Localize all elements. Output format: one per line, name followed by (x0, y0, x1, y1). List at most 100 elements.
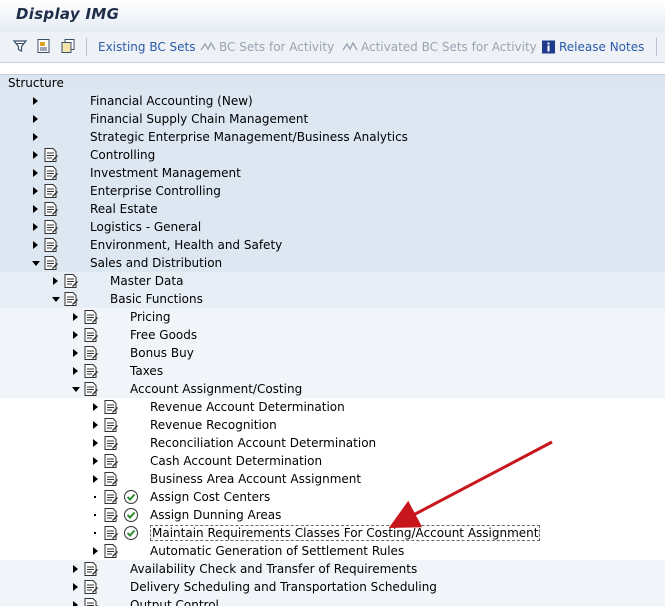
documentation-icon[interactable] (63, 291, 79, 307)
documentation-icon[interactable] (103, 507, 119, 523)
tree-node[interactable]: Output Control (0, 596, 665, 606)
expand-triangle-icon[interactable] (91, 401, 101, 413)
tree-node-label[interactable]: Free Goods (130, 328, 197, 342)
tree-node-label[interactable]: Basic Functions (110, 292, 203, 306)
expand-triangle-icon[interactable] (31, 203, 41, 215)
tree-node[interactable]: Availability Check and Transfer of Requi… (0, 560, 665, 578)
tree-node-label[interactable]: Automatic Generation of Settlement Rules (150, 544, 404, 558)
tree-node[interactable]: Environment, Health and Safety (0, 236, 665, 254)
release-notes-button[interactable]: Release Notes (541, 39, 644, 55)
tree-node[interactable]: Assign Dunning Areas (0, 506, 665, 524)
tree-node-label[interactable]: Cash Account Determination (150, 454, 322, 468)
documentation-icon[interactable] (103, 489, 119, 505)
expand-triangle-icon[interactable] (51, 275, 61, 287)
tree-node-label[interactable]: Sales and Distribution (90, 256, 222, 270)
expand-triangle-icon[interactable] (71, 599, 81, 606)
documentation-icon[interactable] (43, 165, 59, 181)
collapse-triangle-icon[interactable] (71, 383, 81, 395)
tree-node[interactable]: Basic Functions (0, 290, 665, 308)
tree-node-label[interactable]: Logistics - General (90, 220, 201, 234)
execute-activity-icon[interactable] (123, 489, 139, 505)
tree-node-label[interactable]: Financial Supply Chain Management (90, 112, 308, 126)
expand-triangle-icon[interactable] (91, 437, 101, 449)
documentation-icon[interactable] (83, 363, 99, 379)
copy-icon[interactable] (60, 38, 76, 54)
tree-node-label[interactable]: Bonus Buy (130, 346, 194, 360)
tree-node-label[interactable]: Output Control (130, 598, 219, 606)
documentation-icon[interactable] (103, 543, 119, 559)
tree-node-label[interactable]: Financial Accounting (New) (90, 94, 253, 108)
tree-node-label[interactable]: Account Assignment/Costing (130, 382, 302, 396)
tree-node-label[interactable]: Controlling (90, 148, 155, 162)
expand-triangle-icon[interactable] (31, 113, 41, 125)
tree-node[interactable]: Automatic Generation of Settlement Rules (0, 542, 665, 560)
documentation-icon[interactable] (83, 345, 99, 361)
tree-node[interactable]: Real Estate (0, 200, 665, 218)
tree-node[interactable]: Logistics - General (0, 218, 665, 236)
tree-node-label[interactable]: Pricing (130, 310, 170, 324)
tree-node[interactable]: Business Area Account Assignment (0, 470, 665, 488)
documentation-icon[interactable] (83, 327, 99, 343)
expand-triangle-icon[interactable] (31, 149, 41, 161)
tree-node-label[interactable]: Investment Management (90, 166, 241, 180)
expand-triangle-icon[interactable] (71, 581, 81, 593)
documentation-icon[interactable] (83, 579, 99, 595)
tree-node-label[interactable]: Taxes (130, 364, 163, 378)
documentation-icon[interactable] (103, 525, 119, 541)
expand-triangle-icon[interactable] (31, 167, 41, 179)
documentation-icon[interactable] (43, 255, 59, 271)
tree-node[interactable]: Revenue Account Determination (0, 398, 665, 416)
documentation-icon[interactable] (83, 309, 99, 325)
tree-node-label[interactable]: Delivery Scheduling and Transportation S… (130, 580, 437, 594)
tree-node[interactable]: Assign Cost Centers (0, 488, 665, 506)
expand-triangle-icon[interactable] (91, 419, 101, 431)
collapse-triangle-icon[interactable] (51, 293, 61, 305)
expand-triangle-icon[interactable] (71, 311, 81, 323)
tree-node[interactable]: Delivery Scheduling and Transportation S… (0, 578, 665, 596)
tree-node[interactable]: Sales and Distribution (0, 254, 665, 272)
expand-triangle-icon[interactable] (31, 185, 41, 197)
expand-triangle-icon[interactable] (71, 329, 81, 341)
expand-triangle-icon[interactable] (31, 239, 41, 251)
tree-node[interactable]: Strategic Enterprise Management/Business… (0, 128, 665, 146)
documentation-icon[interactable] (63, 273, 79, 289)
tree-node-label[interactable]: Master Data (110, 274, 183, 288)
expand-triangle-icon[interactable] (31, 221, 41, 233)
execute-activity-icon[interactable] (123, 525, 139, 541)
tree-node-label[interactable]: Assign Dunning Areas (150, 508, 281, 522)
tree-node-label[interactable]: Revenue Account Determination (150, 400, 345, 414)
activated-bc-sets-button[interactable]: Activated BC Sets for Activity (341, 39, 537, 55)
tree-node-label[interactable]: Reconciliation Account Determination (150, 436, 376, 450)
tree-node-label[interactable]: Strategic Enterprise Management/Business… (90, 130, 408, 144)
documentation-icon[interactable] (103, 417, 119, 433)
tree-node[interactable]: Revenue Recognition (0, 416, 665, 434)
documentation-icon[interactable] (43, 219, 59, 235)
tree-node[interactable]: Maintain Requirements Classes For Costin… (0, 524, 665, 542)
tree-node-label[interactable]: Environment, Health and Safety (90, 238, 282, 252)
tree-node[interactable]: Taxes (0, 362, 665, 380)
expand-triangle-icon[interactable] (91, 455, 101, 467)
tree-node-label[interactable]: Business Area Account Assignment (150, 472, 361, 486)
documentation-icon[interactable] (36, 38, 52, 54)
documentation-icon[interactable] (103, 435, 119, 451)
expand-triangle-icon[interactable] (91, 473, 101, 485)
documentation-icon[interactable] (103, 471, 119, 487)
tree-node[interactable]: Reconciliation Account Determination (0, 434, 665, 452)
tree-node[interactable]: Account Assignment/Costing (0, 380, 665, 398)
tree-node-label[interactable]: Real Estate (90, 202, 158, 216)
documentation-icon[interactable] (43, 237, 59, 253)
expand-triangle-icon[interactable] (71, 347, 81, 359)
documentation-icon[interactable] (103, 399, 119, 415)
documentation-icon[interactable] (43, 183, 59, 199)
existing-bc-sets-button[interactable]: Existing BC Sets (98, 39, 196, 55)
tree-node[interactable]: Investment Management (0, 164, 665, 182)
tree-node-label[interactable]: Availability Check and Transfer of Requi… (130, 562, 417, 576)
bc-sets-for-activity-button[interactable]: BC Sets for Activity (199, 39, 334, 55)
execute-activity-icon[interactable] (123, 507, 139, 523)
documentation-icon[interactable] (43, 201, 59, 217)
tree-node[interactable]: Bonus Buy (0, 344, 665, 362)
documentation-icon[interactable] (43, 147, 59, 163)
tree-node[interactable]: Free Goods (0, 326, 665, 344)
tree-node-label[interactable]: Revenue Recognition (150, 418, 277, 432)
expand-triangle-icon[interactable] (71, 365, 81, 377)
